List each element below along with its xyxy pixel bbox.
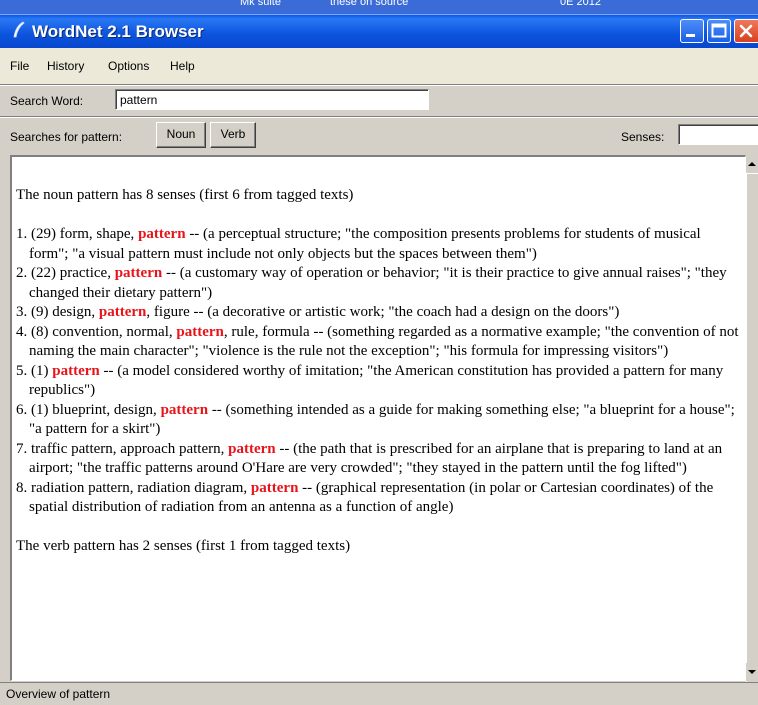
status-bar: Overview of pattern bbox=[0, 682, 758, 705]
menu-options[interactable]: Options bbox=[108, 59, 149, 73]
sense-entry: 2. (22) practice, pattern -- (a customar… bbox=[16, 264, 742, 303]
search-label: Search Word: bbox=[10, 94, 84, 108]
searches-label: Searches for pattern: bbox=[10, 130, 123, 144]
sense-prefix: 5. (1) bbox=[16, 362, 53, 379]
maximize-button[interactable] bbox=[707, 19, 731, 43]
status-text: Overview of pattern bbox=[6, 687, 111, 701]
close-icon bbox=[739, 24, 753, 38]
sense-prefix: 7. traffic pattern, approach pattern, bbox=[16, 440, 229, 457]
sense-entry: 3. (9) design, pattern, figure -- (a dec… bbox=[16, 303, 742, 323]
sense-keyword: pattern bbox=[228, 440, 276, 457]
sense-definition: , figure -- (a decorative or artistic wo… bbox=[146, 304, 620, 320]
scroll-up-button[interactable] bbox=[746, 155, 758, 173]
arrow-up-icon bbox=[748, 162, 756, 166]
feather-icon bbox=[13, 21, 25, 38]
scroll-thumb[interactable] bbox=[746, 173, 758, 703]
verb-header: The verb pattern has 2 senses (first 1 f… bbox=[16, 538, 351, 554]
minimize-button[interactable] bbox=[680, 19, 704, 43]
noun-header: The noun pattern has 8 senses (first 6 f… bbox=[16, 187, 354, 203]
close-button[interactable] bbox=[734, 19, 758, 43]
sense-keyword: pattern bbox=[98, 304, 147, 320]
sense-keyword: pattern bbox=[176, 323, 224, 340]
senses-input[interactable] bbox=[678, 124, 758, 145]
sense-entry: 8. radiation pattern, radiation diagram,… bbox=[16, 479, 742, 518]
search-input[interactable] bbox=[115, 89, 429, 110]
noun-button[interactable]: Noun bbox=[156, 122, 206, 148]
window-title: WordNet 2.1 Browser bbox=[32, 22, 204, 41]
menu-file[interactable]: File bbox=[10, 59, 29, 73]
background-text: these on source bbox=[330, 0, 409, 8]
searches-row: Searches for pattern: Noun Verb Senses: bbox=[0, 118, 758, 152]
menu-help[interactable]: Help bbox=[170, 59, 195, 73]
background-text: 0E 2012 bbox=[560, 0, 601, 8]
sense-keyword: pattern bbox=[250, 479, 299, 496]
sense-keyword: pattern bbox=[52, 362, 100, 379]
menu-bar: File History Options Help bbox=[0, 48, 758, 84]
senses-label: Senses: bbox=[621, 130, 665, 144]
sense-prefix: 2. (22) practice, bbox=[16, 265, 115, 281]
sense-prefix: 6. (1) blueprint, design, bbox=[16, 401, 161, 418]
sense-entry: 7. traffic pattern, approach pattern, pa… bbox=[16, 440, 742, 479]
sense-entry: 4. (8) convention, normal, pattern, rule… bbox=[16, 323, 742, 362]
sense-entry: 6. (1) blueprint, design, pattern -- (so… bbox=[16, 401, 742, 440]
sense-list: 1. (29) form, shape, pattern -- (a perce… bbox=[16, 225, 742, 518]
results-pane[interactable]: The noun pattern has 8 senses (first 6 f… bbox=[10, 155, 746, 681]
sense-definition: -- (a model considered worthy of imitati… bbox=[29, 362, 724, 399]
minimize-icon bbox=[686, 34, 695, 37]
menu-history[interactable]: History bbox=[47, 59, 84, 73]
results-content: The noun pattern has 8 senses (first 6 f… bbox=[16, 186, 742, 557]
sense-prefix: 4. (8) convention, normal, bbox=[16, 323, 177, 340]
vertical-scrollbar[interactable] bbox=[746, 155, 758, 703]
sense-prefix: 8. radiation pattern, radiation diagram, bbox=[16, 479, 251, 496]
maximize-icon bbox=[711, 23, 727, 38]
sense-keyword: pattern bbox=[138, 226, 186, 242]
background-text: Mk suite bbox=[240, 0, 281, 8]
sense-keyword: pattern bbox=[160, 401, 209, 418]
search-row: Search Word: bbox=[0, 86, 758, 116]
verb-button[interactable]: Verb bbox=[210, 122, 256, 148]
sense-prefix: 3. (9) design, bbox=[16, 304, 99, 320]
sense-entry: 5. (1) pattern -- (a model considered wo… bbox=[16, 362, 742, 401]
title-bar[interactable]: WordNet 2.1 Browser bbox=[0, 14, 758, 49]
sense-keyword: pattern bbox=[114, 265, 163, 281]
scroll-down-button[interactable] bbox=[746, 663, 758, 681]
sense-prefix: 1. (29) form, shape, bbox=[16, 226, 139, 242]
arrow-down-icon bbox=[748, 670, 756, 674]
sense-entry: 1. (29) form, shape, pattern -- (a perce… bbox=[16, 225, 742, 264]
